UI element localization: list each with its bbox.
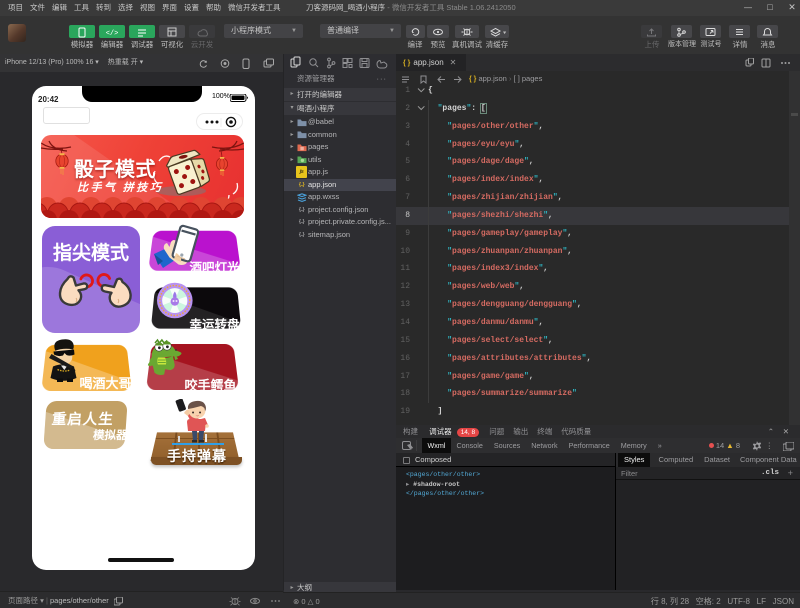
svg-text:</>: </> xyxy=(106,30,119,38)
